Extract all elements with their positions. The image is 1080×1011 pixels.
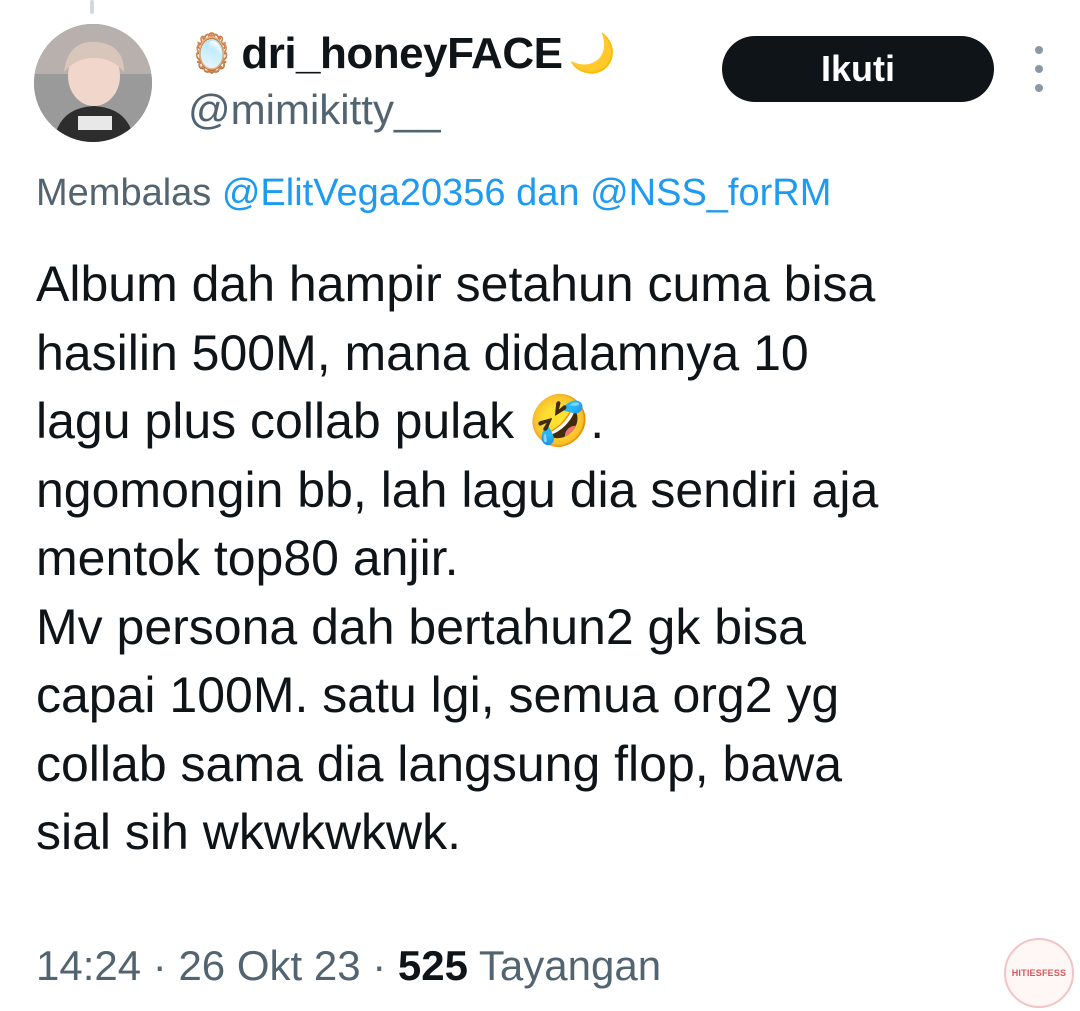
- replying-to: Membalas @ElitVega20356 dan @NSS_forRM: [36, 172, 831, 215]
- thread-connector-line: [90, 0, 94, 14]
- meta-separator: ·: [152, 942, 167, 989]
- dot: [1035, 65, 1043, 73]
- crescent-moon-emoji-icon: 🌙: [568, 33, 616, 75]
- views-label: Tayangan: [478, 942, 662, 989]
- watermark-text: HITIESFESS: [1011, 968, 1067, 978]
- avatar-image: [34, 24, 152, 142]
- follow-button[interactable]: Ikuti: [722, 36, 994, 102]
- tweet-body: Album dah hampir setahun cuma bisa hasil…: [36, 256, 879, 860]
- watermark-logo: HITIESFESS: [1004, 938, 1074, 1008]
- tweet-date[interactable]: 26 Okt 23: [178, 942, 360, 989]
- mention-link-1[interactable]: @ElitVega20356: [222, 172, 506, 214]
- meta-separator: ·: [372, 942, 387, 989]
- tweet-time[interactable]: 14:24: [36, 942, 141, 989]
- more-vertical-icon[interactable]: [1024, 46, 1054, 92]
- views-count: 525: [397, 942, 468, 989]
- user-handle[interactable]: @mimikitty__: [188, 86, 441, 134]
- avatar[interactable]: [34, 24, 152, 142]
- dot: [1035, 46, 1043, 54]
- replying-to-label: Membalas: [36, 172, 212, 214]
- mirror-emoji-icon: 🪞: [188, 33, 236, 75]
- tweet-meta: 14:24 · 26 Okt 23 · 525 Tayangan: [36, 942, 661, 990]
- display-name[interactable]: dri_honeyFACE: [241, 29, 563, 79]
- dot: [1035, 84, 1043, 92]
- mention-conjunction: dan: [516, 172, 580, 214]
- author-name-row[interactable]: 🪞 dri_honeyFACE 🌙: [188, 28, 616, 80]
- mention-link-2[interactable]: @NSS_forRM: [590, 172, 831, 214]
